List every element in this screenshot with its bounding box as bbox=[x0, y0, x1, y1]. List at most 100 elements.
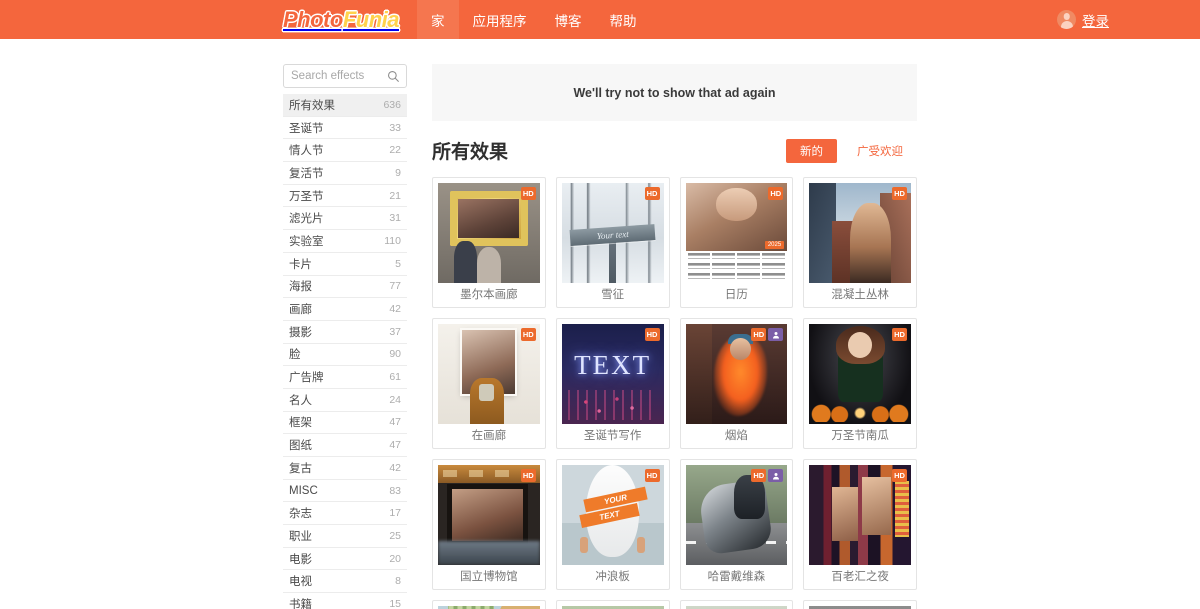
category-label: 电视 bbox=[289, 573, 312, 589]
category-label: 画廊 bbox=[289, 301, 312, 317]
category-label: 滤光片 bbox=[289, 210, 324, 226]
effect-card-row4-1[interactable]: HD bbox=[432, 600, 546, 609]
category-count: 15 bbox=[389, 598, 401, 609]
effect-title: 百老汇之夜 bbox=[809, 565, 911, 589]
sidebar-item-celebrities[interactable]: 名人 24 bbox=[283, 389, 407, 412]
sidebar-item-magazines[interactable]: 杂志17 bbox=[283, 502, 407, 525]
hd-badge: HD bbox=[768, 187, 783, 200]
sidebar-item-drawings[interactable]: 图纸47 bbox=[283, 434, 407, 457]
effect-card-surfboard[interactable]: YOUR TEXT HD 冲浪板 bbox=[556, 459, 670, 590]
sidebar-item-posters[interactable]: 海报77 bbox=[283, 276, 407, 299]
sidebar-item-books[interactable]: 书籍15 bbox=[283, 593, 407, 609]
effect-card-row4-3[interactable]: HD bbox=[680, 600, 794, 609]
effect-card-national-museum[interactable]: HD 国立博物馆 bbox=[432, 459, 546, 590]
effect-card-broadway-night[interactable]: HD 百老汇之夜 bbox=[803, 459, 917, 590]
sidebar-item-vintage[interactable]: 复古 42 bbox=[283, 457, 407, 480]
search-box[interactable] bbox=[283, 64, 407, 88]
sidebar-item-professions[interactable]: 职业 25 bbox=[283, 525, 407, 548]
sort-tabs: 新的 广受欢迎 bbox=[786, 139, 917, 163]
sidebar-item-billboards[interactable]: 广告牌 61 bbox=[283, 366, 407, 389]
category-label: 杂志 bbox=[289, 505, 312, 521]
effect-card-calendar[interactable]: 2025 HD 日历 bbox=[680, 177, 794, 308]
category-count: 20 bbox=[389, 553, 401, 565]
effect-thumbnail: HD bbox=[438, 465, 540, 565]
effect-card-halloween-pumpkins[interactable]: HD 万圣节南瓜 bbox=[803, 318, 917, 449]
category-count: 61 bbox=[389, 371, 401, 383]
category-label: 框架 bbox=[289, 414, 312, 430]
category-count: 22 bbox=[389, 144, 401, 156]
nav-item-apps[interactable]: 应用程序 bbox=[459, 0, 541, 39]
sidebar-item-filters[interactable]: 滤光片31 bbox=[283, 207, 407, 230]
login-button[interactable]: 登录 bbox=[1057, 0, 1111, 39]
search-input[interactable] bbox=[284, 65, 406, 87]
page-title: 所有效果 bbox=[432, 137, 508, 164]
ad-placeholder: We'll try not to show that ad again bbox=[432, 64, 917, 121]
category-label: 职业 bbox=[289, 528, 312, 544]
sidebar-item-valentines[interactable]: 情人节22 bbox=[283, 139, 407, 162]
sidebar-item-frames[interactable]: 框架 47 bbox=[283, 412, 407, 435]
category-list: 所有效果636 圣诞节33 情人节22 复活节9 万圣节21 滤光片31 实验室… bbox=[283, 94, 407, 609]
category-count: 47 bbox=[389, 439, 401, 451]
effect-card-at-the-gallery[interactable]: HD 在画廊 bbox=[432, 318, 546, 449]
category-count: 24 bbox=[389, 394, 401, 406]
badge-group: HD bbox=[521, 469, 536, 482]
effect-card-row4-4[interactable]: HD bbox=[803, 600, 917, 609]
sidebar-item-misc[interactable]: MISC83 bbox=[283, 480, 407, 503]
category-label: 名人 bbox=[289, 392, 312, 408]
category-count: 47 bbox=[389, 416, 401, 428]
effect-title: 冲浪板 bbox=[562, 565, 664, 589]
badge-group: HD bbox=[645, 469, 660, 482]
badge-group: HD bbox=[645, 328, 660, 341]
hd-badge: HD bbox=[521, 187, 536, 200]
nav-item-help[interactable]: 帮助 bbox=[596, 0, 651, 39]
nav-item-home[interactable]: 家 bbox=[417, 0, 459, 39]
sidebar-item-christmas[interactable]: 圣诞节33 bbox=[283, 117, 407, 140]
category-count: 42 bbox=[389, 462, 401, 474]
badge-group: HD bbox=[768, 187, 783, 200]
sidebar-item-easter[interactable]: 复活节9 bbox=[283, 162, 407, 185]
sidebar-item-all-effects[interactable]: 所有效果636 bbox=[283, 94, 407, 117]
sidebar-item-galleries[interactable]: 画廊42 bbox=[283, 298, 407, 321]
calendar-year-label: 2025 bbox=[765, 241, 784, 249]
sidebar-item-faces[interactable]: 脸90 bbox=[283, 344, 407, 367]
effect-thumbnail: HD bbox=[438, 183, 540, 283]
tab-popular[interactable]: 广受欢迎 bbox=[843, 139, 917, 163]
sidebar-item-photography[interactable]: 摄影37 bbox=[283, 321, 407, 344]
category-label: 实验室 bbox=[289, 233, 324, 249]
category-label: 复古 bbox=[289, 460, 312, 476]
category-label: 卡片 bbox=[289, 256, 312, 272]
category-label: 电影 bbox=[289, 551, 312, 567]
badge-group: HD bbox=[892, 187, 907, 200]
badge-group: HD bbox=[645, 187, 660, 200]
category-count: 25 bbox=[389, 530, 401, 542]
photofunia-logo[interactable]: PhotoFunia bbox=[283, 0, 417, 39]
badge-group: HD bbox=[751, 469, 783, 482]
category-label: 广告牌 bbox=[289, 369, 324, 385]
sidebar: 所有效果636 圣诞节33 情人节22 复活节9 万圣节21 滤光片31 实验室… bbox=[283, 64, 407, 609]
category-count: 8 bbox=[395, 575, 401, 587]
effect-title: 日历 bbox=[686, 283, 788, 307]
effect-card-christmas-writing[interactable]: TEXT HD 圣诞节写作 bbox=[556, 318, 670, 449]
hd-badge: HD bbox=[751, 469, 766, 482]
sidebar-item-cards[interactable]: 卡片5 bbox=[283, 253, 407, 276]
sidebar-item-movies[interactable]: 电影 20 bbox=[283, 548, 407, 571]
tab-new[interactable]: 新的 bbox=[786, 139, 837, 163]
effect-card-smoke-flame[interactable]: HD 烟焰 bbox=[680, 318, 794, 449]
sidebar-item-halloween[interactable]: 万圣节21 bbox=[283, 185, 407, 208]
category-label: 复活节 bbox=[289, 165, 324, 181]
page-body: 所有效果636 圣诞节33 情人节22 复活节9 万圣节21 滤光片31 实验室… bbox=[283, 39, 917, 609]
effect-card-snow-sign[interactable]: HD 雪征 bbox=[556, 177, 670, 308]
effect-card-melbourne-gallery[interactable]: HD 墨尔本画廊 bbox=[432, 177, 546, 308]
main-nav: 家 应用程序 博客 帮助 bbox=[417, 0, 651, 39]
sidebar-item-tv[interactable]: 电视 8 bbox=[283, 570, 407, 593]
category-count: 37 bbox=[389, 326, 401, 338]
nav-item-blog[interactable]: 博客 bbox=[541, 0, 596, 39]
effects-grid: HD 墨尔本画廊 HD 雪征 2025 bbox=[432, 177, 917, 609]
category-count: 110 bbox=[384, 235, 401, 247]
sidebar-item-lab[interactable]: 实验室 110 bbox=[283, 230, 407, 253]
effect-thumbnail: HD bbox=[562, 183, 664, 283]
effect-card-concrete-jungle[interactable]: HD 混凝土丛林 bbox=[803, 177, 917, 308]
effect-card-row4-2[interactable]: HD bbox=[556, 600, 670, 609]
effect-card-harley-davidson[interactable]: HD 哈雷戴维森 bbox=[680, 459, 794, 590]
category-label: 圣诞节 bbox=[289, 120, 324, 136]
